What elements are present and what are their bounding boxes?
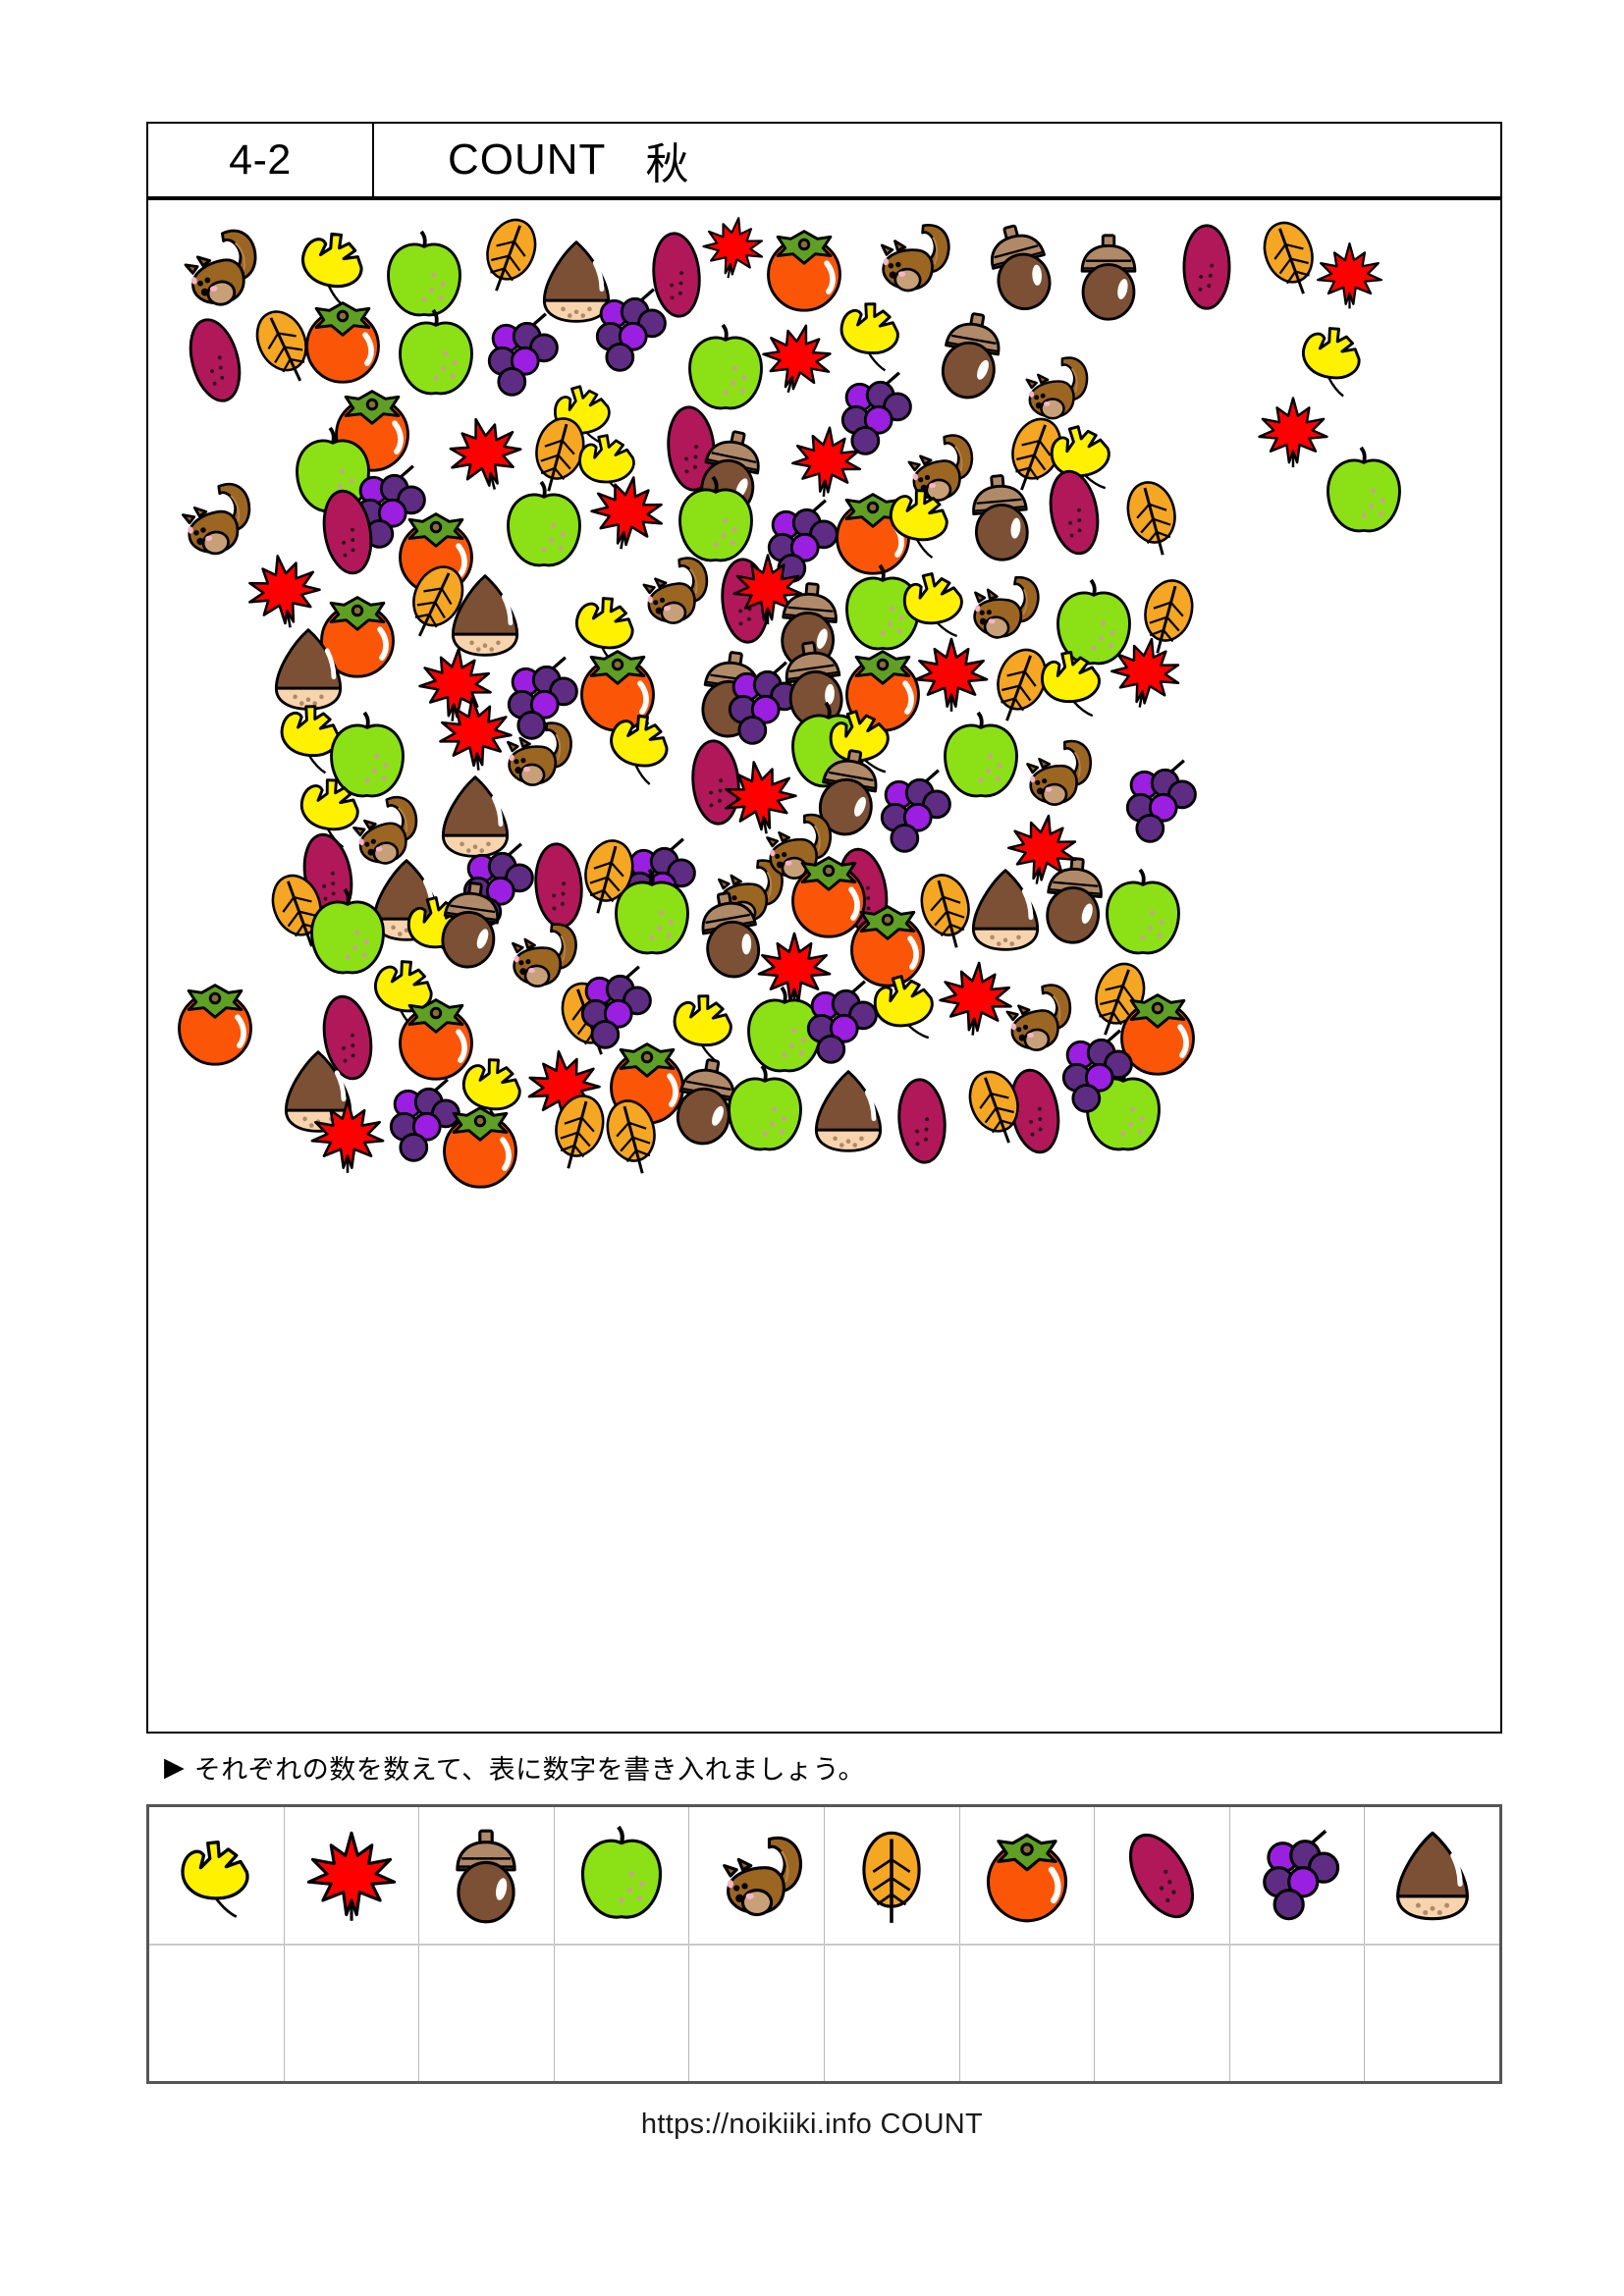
legend-cell-acorn-icon — [419, 1807, 555, 1944]
puzzle-apple-icon — [718, 1064, 812, 1158]
answer-input-cell-5[interactable] — [825, 1946, 960, 2081]
puzzle-board — [146, 198, 1502, 1734]
footer: https://noikiiki.info COUNT — [0, 2109, 1624, 2141]
puzzle-maple-icon — [1312, 238, 1387, 313]
answer-input-cell-3[interactable] — [555, 1946, 690, 2081]
puzzle-squirrel-icon — [1012, 730, 1097, 815]
puzzle-persimmon-icon — [168, 976, 262, 1070]
puzzle-maple-icon — [1253, 392, 1333, 472]
answer-input-cell-9[interactable] — [1365, 1946, 1499, 2081]
legend-cell-sweet-potato-icon — [1095, 1807, 1230, 1944]
puzzle-acorn-icon — [916, 300, 1025, 409]
puzzle-apple-icon — [497, 480, 591, 574]
instruction-row: ▶ それぞれの数を数えて、表に数字を書き入れましょう。 — [146, 1745, 1502, 1789]
worksheet-code: 4-2 — [229, 135, 292, 184]
puzzle-grapes-icon — [1047, 1025, 1141, 1119]
worksheet-code-cell: 4-2 — [148, 124, 374, 196]
puzzle-maple-icon — [578, 463, 677, 561]
answer-table-icon-row — [149, 1807, 1499, 1944]
puzzle-squirrel-icon — [162, 214, 271, 323]
puzzle-maple-icon — [997, 803, 1090, 896]
answer-input-cell-8[interactable] — [1230, 1946, 1366, 2081]
legend-cell-orange-leaf-icon — [825, 1807, 960, 1944]
legend-cell-squirrel-icon — [689, 1807, 825, 1944]
legend-cell-maple-leaf-icon — [285, 1807, 420, 1944]
page-subtitle: 秋 — [645, 140, 689, 188]
instruction-text: それぞれの数を数えて、表に数字を書き入れましょう。 — [193, 1754, 865, 1785]
worksheet-title-cell: COUNT 秋 — [374, 124, 1500, 196]
legend-cell-green-apple-icon — [555, 1807, 690, 1944]
footer-url: https://noikiiki.info COUNT — [640, 2109, 984, 2140]
puzzle-grapes-icon — [865, 765, 959, 859]
answer-table — [146, 1804, 1502, 2084]
answer-input-cell-1[interactable] — [285, 1946, 420, 2081]
legend-cell-persimmon-icon — [960, 1807, 1096, 1944]
answer-input-cell-4[interactable] — [689, 1946, 825, 2081]
puzzle-apple-icon — [1096, 868, 1190, 962]
answer-input-cell-6[interactable] — [960, 1946, 1096, 2081]
puzzle-grapes-icon — [580, 284, 675, 378]
legend-cell-grapes-icon — [1230, 1807, 1366, 1944]
puzzle-grapes-icon — [1110, 755, 1205, 849]
answer-table-input-row — [149, 1944, 1499, 2081]
bullet-arrow-icon: ▶ — [164, 1751, 185, 1782]
puzzle-maple-icon — [1100, 626, 1193, 720]
answer-input-cell-7[interactable] — [1095, 1946, 1230, 2081]
puzzle-persimmon-icon — [433, 1098, 527, 1193]
puzzle-persimmon-icon — [296, 294, 390, 388]
puzzle-acorn-icon — [1061, 230, 1156, 324]
answer-input-cell-2[interactable] — [419, 1946, 555, 2081]
answer-input-cell-0[interactable] — [149, 1946, 285, 2081]
legend-cell-ginkgo-leaf-icon — [149, 1807, 285, 1944]
legend-cell-chestnut-icon — [1365, 1807, 1499, 1944]
header-table: 4-2 COUNT 秋 — [146, 122, 1502, 198]
page-title: COUNT — [448, 135, 607, 184]
